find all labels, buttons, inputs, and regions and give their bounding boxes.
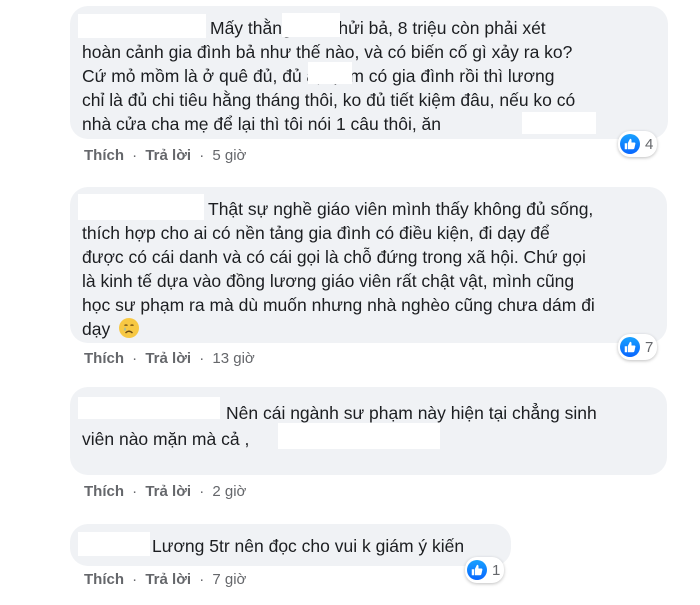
redacted-text xyxy=(522,112,596,134)
reaction-count[interactable]: 4 xyxy=(618,131,658,157)
timestamp[interactable]: 5 giờ xyxy=(212,147,246,164)
comment-text-line: Mấy thằng vào chửi bả, 8 triệu còn phải … xyxy=(210,18,546,38)
separator: · xyxy=(199,483,205,500)
comment-text-line: Nên cái ngành sư phạm này hiện tại chẳng… xyxy=(226,403,597,423)
comment-bubble: Nên cái ngành sư phạm này hiện tại chẳng… xyxy=(70,387,667,475)
separator: · xyxy=(132,483,138,500)
redacted-text xyxy=(278,423,440,449)
comment-actions: Thích · Trả lời · 13 giờ xyxy=(84,350,255,367)
timestamp[interactable]: 13 giờ xyxy=(212,350,254,367)
comment-text-line: chỉ là đủ chi tiêu hằng tháng thôi, ko đ… xyxy=(82,90,576,110)
reply-link[interactable]: Trả lời xyxy=(145,483,191,500)
comment-text-fragment: dạy xyxy=(82,319,111,339)
crying-face-icon xyxy=(119,318,140,338)
redacted-name xyxy=(78,194,204,220)
reaction-number: 4 xyxy=(645,135,654,153)
separator: · xyxy=(132,350,138,367)
reaction-number: 1 xyxy=(492,561,501,579)
comment-text-line: được có cái danh và có cái gọi là chỗ đứ… xyxy=(82,247,586,267)
comment-actions: Thích · Trả lời · 2 giờ xyxy=(84,483,246,500)
comment-text-line: dạy xyxy=(82,317,140,341)
comment-text-line: hoàn cảnh gia đình bả như thế nào, và có… xyxy=(82,42,573,62)
comment-text-line: thích hợp cho ai có nền tảng gia đình có… xyxy=(82,223,550,243)
like-link[interactable]: Thích xyxy=(84,147,124,164)
reaction-count[interactable]: 1 xyxy=(465,557,505,583)
comment-actions: Thích · Trả lời · 7 giờ xyxy=(84,571,246,588)
like-link[interactable]: Thích xyxy=(84,350,124,367)
thumbs-up-icon xyxy=(620,134,640,154)
comment-text-line: Lương 5tr nên đọc cho vui k giám ý kiến xyxy=(152,536,465,556)
comment-text-line: học sư phạm ra mà dù muốn nhưng nhà nghè… xyxy=(82,295,595,315)
comment-bubble: Lương 5tr nên đọc cho vui k giám ý kiến xyxy=(70,524,511,566)
timestamp[interactable]: 2 giờ xyxy=(212,483,246,500)
comment-text-line: Thật sự nghề giáo viên mình thấy không đ… xyxy=(208,199,594,219)
thumbs-up-icon xyxy=(620,337,640,357)
redacted-name xyxy=(78,14,206,38)
separator: · xyxy=(132,571,138,588)
comment-actions: Thích · Trả lời · 5 giờ xyxy=(84,147,246,164)
reply-link[interactable]: Trả lời xyxy=(145,571,191,588)
reaction-count[interactable]: 7 xyxy=(618,334,658,360)
reply-link[interactable]: Trả lời xyxy=(145,147,191,164)
comment-text-line: nhà cửa cha mẹ để lại thì tôi nói 1 câu … xyxy=(82,114,442,134)
timestamp[interactable]: 7 giờ xyxy=(212,571,246,588)
reply-link[interactable]: Trả lời xyxy=(145,350,191,367)
comment-bubble: Thật sự nghề giáo viên mình thấy không đ… xyxy=(70,187,667,343)
comment-bubble: Mấy thằng vào chửi bả, 8 triệu còn phải … xyxy=(70,6,668,139)
separator: · xyxy=(199,571,205,588)
like-link[interactable]: Thích xyxy=(84,483,124,500)
redacted-text xyxy=(308,62,352,84)
like-link[interactable]: Thích xyxy=(84,571,124,588)
comment-text-line: viên nào mặn mà cả , xyxy=(82,429,250,449)
redacted-name xyxy=(78,532,150,556)
separator: · xyxy=(199,350,205,367)
thumbs-up-icon xyxy=(467,560,487,580)
redacted-text xyxy=(282,13,340,37)
separator: · xyxy=(132,147,138,164)
reaction-number: 7 xyxy=(645,338,654,356)
comment-text-line: là kinh tế dựa vào đồng lương giáo viên … xyxy=(82,271,575,291)
redacted-name xyxy=(78,397,220,419)
separator: · xyxy=(199,147,205,164)
